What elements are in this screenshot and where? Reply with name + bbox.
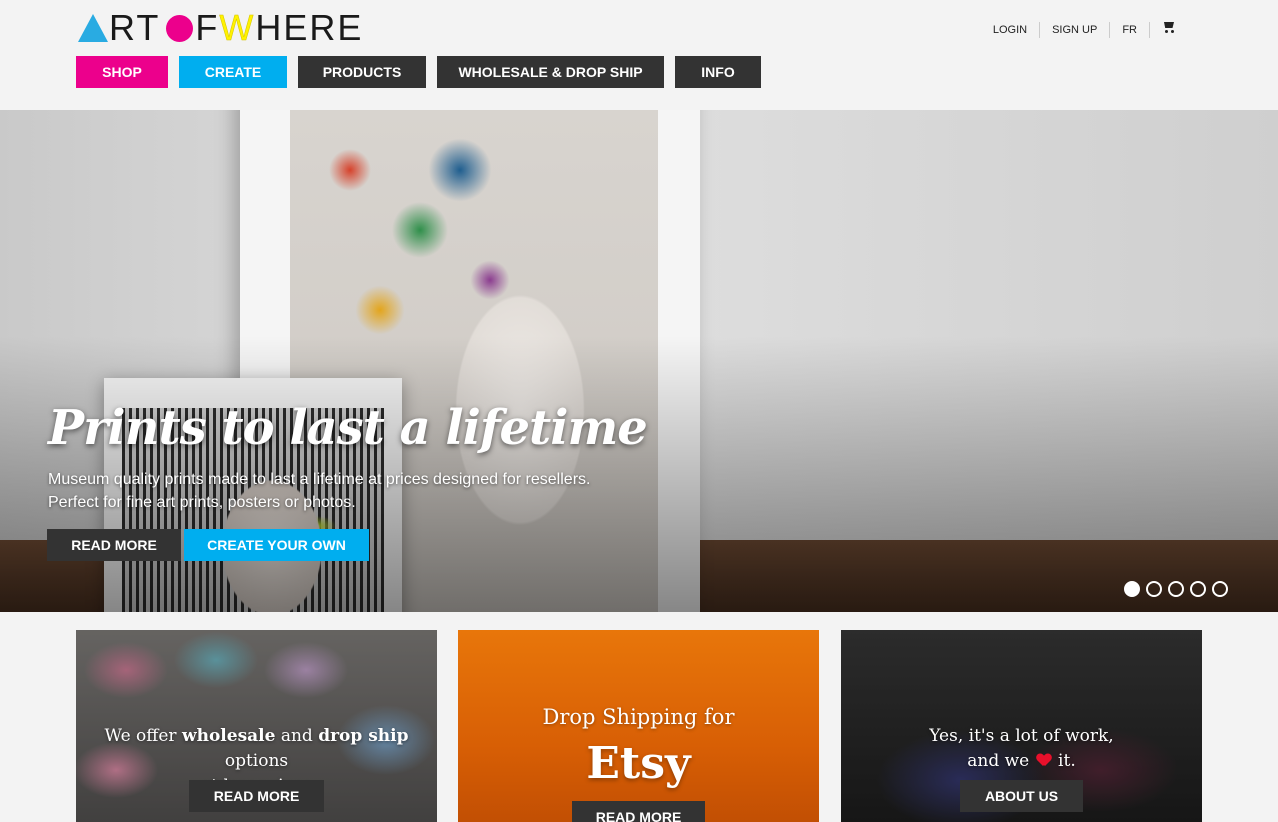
nav-info-button[interactable]: INFO bbox=[675, 56, 761, 88]
logo-triangle-icon bbox=[78, 14, 108, 42]
logo-text-part1: RT bbox=[109, 7, 161, 48]
signup-link[interactable]: SIGN UP bbox=[1040, 21, 1111, 38]
logo[interactable]: RT F W HERE bbox=[78, 7, 364, 49]
slider-dot-3[interactable] bbox=[1168, 581, 1184, 597]
hero-read-more-button[interactable]: READ MORE bbox=[47, 529, 181, 561]
slider-dot-5[interactable] bbox=[1212, 581, 1228, 597]
hero-subtitle-line1: Museum quality prints made to last a lif… bbox=[48, 471, 591, 488]
language-link[interactable]: FR bbox=[1110, 21, 1150, 38]
slider-dot-2[interactable] bbox=[1146, 581, 1162, 597]
wholesale-read-more-button[interactable]: READ MORE bbox=[189, 780, 324, 812]
hero-slider: Prints to last a lifetime Museum quality… bbox=[0, 110, 1278, 612]
about-card-text: Yes, it's a lot of work, and we it. bbox=[841, 724, 1202, 774]
nav-products-button[interactable]: PRODUCTS bbox=[298, 56, 426, 88]
wholesale-card-line1: We offer wholesale and drop ship options bbox=[104, 726, 409, 771]
utility-nav: LOGIN SIGN UP FR bbox=[981, 20, 1188, 39]
nav-shop-button[interactable]: SHOP bbox=[76, 56, 168, 88]
slider-dots bbox=[1124, 581, 1228, 597]
about-us-button[interactable]: ABOUT US bbox=[960, 780, 1083, 812]
login-link[interactable]: LOGIN bbox=[981, 21, 1041, 38]
cart-link[interactable] bbox=[1150, 20, 1188, 39]
etsy-read-more-button[interactable]: READ MORE bbox=[572, 801, 705, 822]
site-header: RT F W HERE LOGIN SIGN UP FR SHOP CREATE… bbox=[0, 0, 1278, 110]
hero-subtitle-line2: Perfect for fine art prints, posters or … bbox=[48, 494, 356, 511]
logo-text-w: W bbox=[219, 7, 256, 49]
etsy-card[interactable]: Drop Shipping for Etsy READ MORE bbox=[458, 630, 819, 822]
main-nav: SHOP CREATE PRODUCTS WHOLESALE & DROP SH… bbox=[76, 56, 772, 88]
about-card-line2: and we it. bbox=[967, 751, 1076, 771]
slider-dot-1[interactable] bbox=[1124, 581, 1140, 597]
nav-wholesale-button[interactable]: WHOLESALE & DROP SHIP bbox=[437, 56, 664, 88]
nav-create-button[interactable]: CREATE bbox=[179, 56, 287, 88]
hero-actions: READ MORE CREATE YOUR OWN bbox=[47, 529, 369, 561]
wholesale-card[interactable]: We offer wholesale and drop ship options… bbox=[76, 630, 437, 822]
logo-text-part4: HERE bbox=[255, 7, 364, 48]
logo-circle-icon bbox=[166, 14, 194, 42]
hero-create-own-button[interactable]: CREATE YOUR OWN bbox=[184, 529, 369, 561]
etsy-card-line1: Drop Shipping for bbox=[542, 705, 735, 729]
logo-text-part2: F bbox=[195, 7, 220, 48]
about-card-line1: Yes, it's a lot of work, bbox=[929, 726, 1114, 746]
hero-title: Prints to last a lifetime bbox=[48, 400, 648, 456]
heart-icon bbox=[1037, 754, 1051, 767]
about-card[interactable]: Yes, it's a lot of work, and we it. ABOU… bbox=[841, 630, 1202, 822]
cart-icon bbox=[1162, 20, 1176, 34]
slider-dot-4[interactable] bbox=[1190, 581, 1206, 597]
hero-subtitle: Museum quality prints made to last a lif… bbox=[48, 468, 608, 514]
etsy-card-title: Etsy bbox=[586, 738, 691, 789]
